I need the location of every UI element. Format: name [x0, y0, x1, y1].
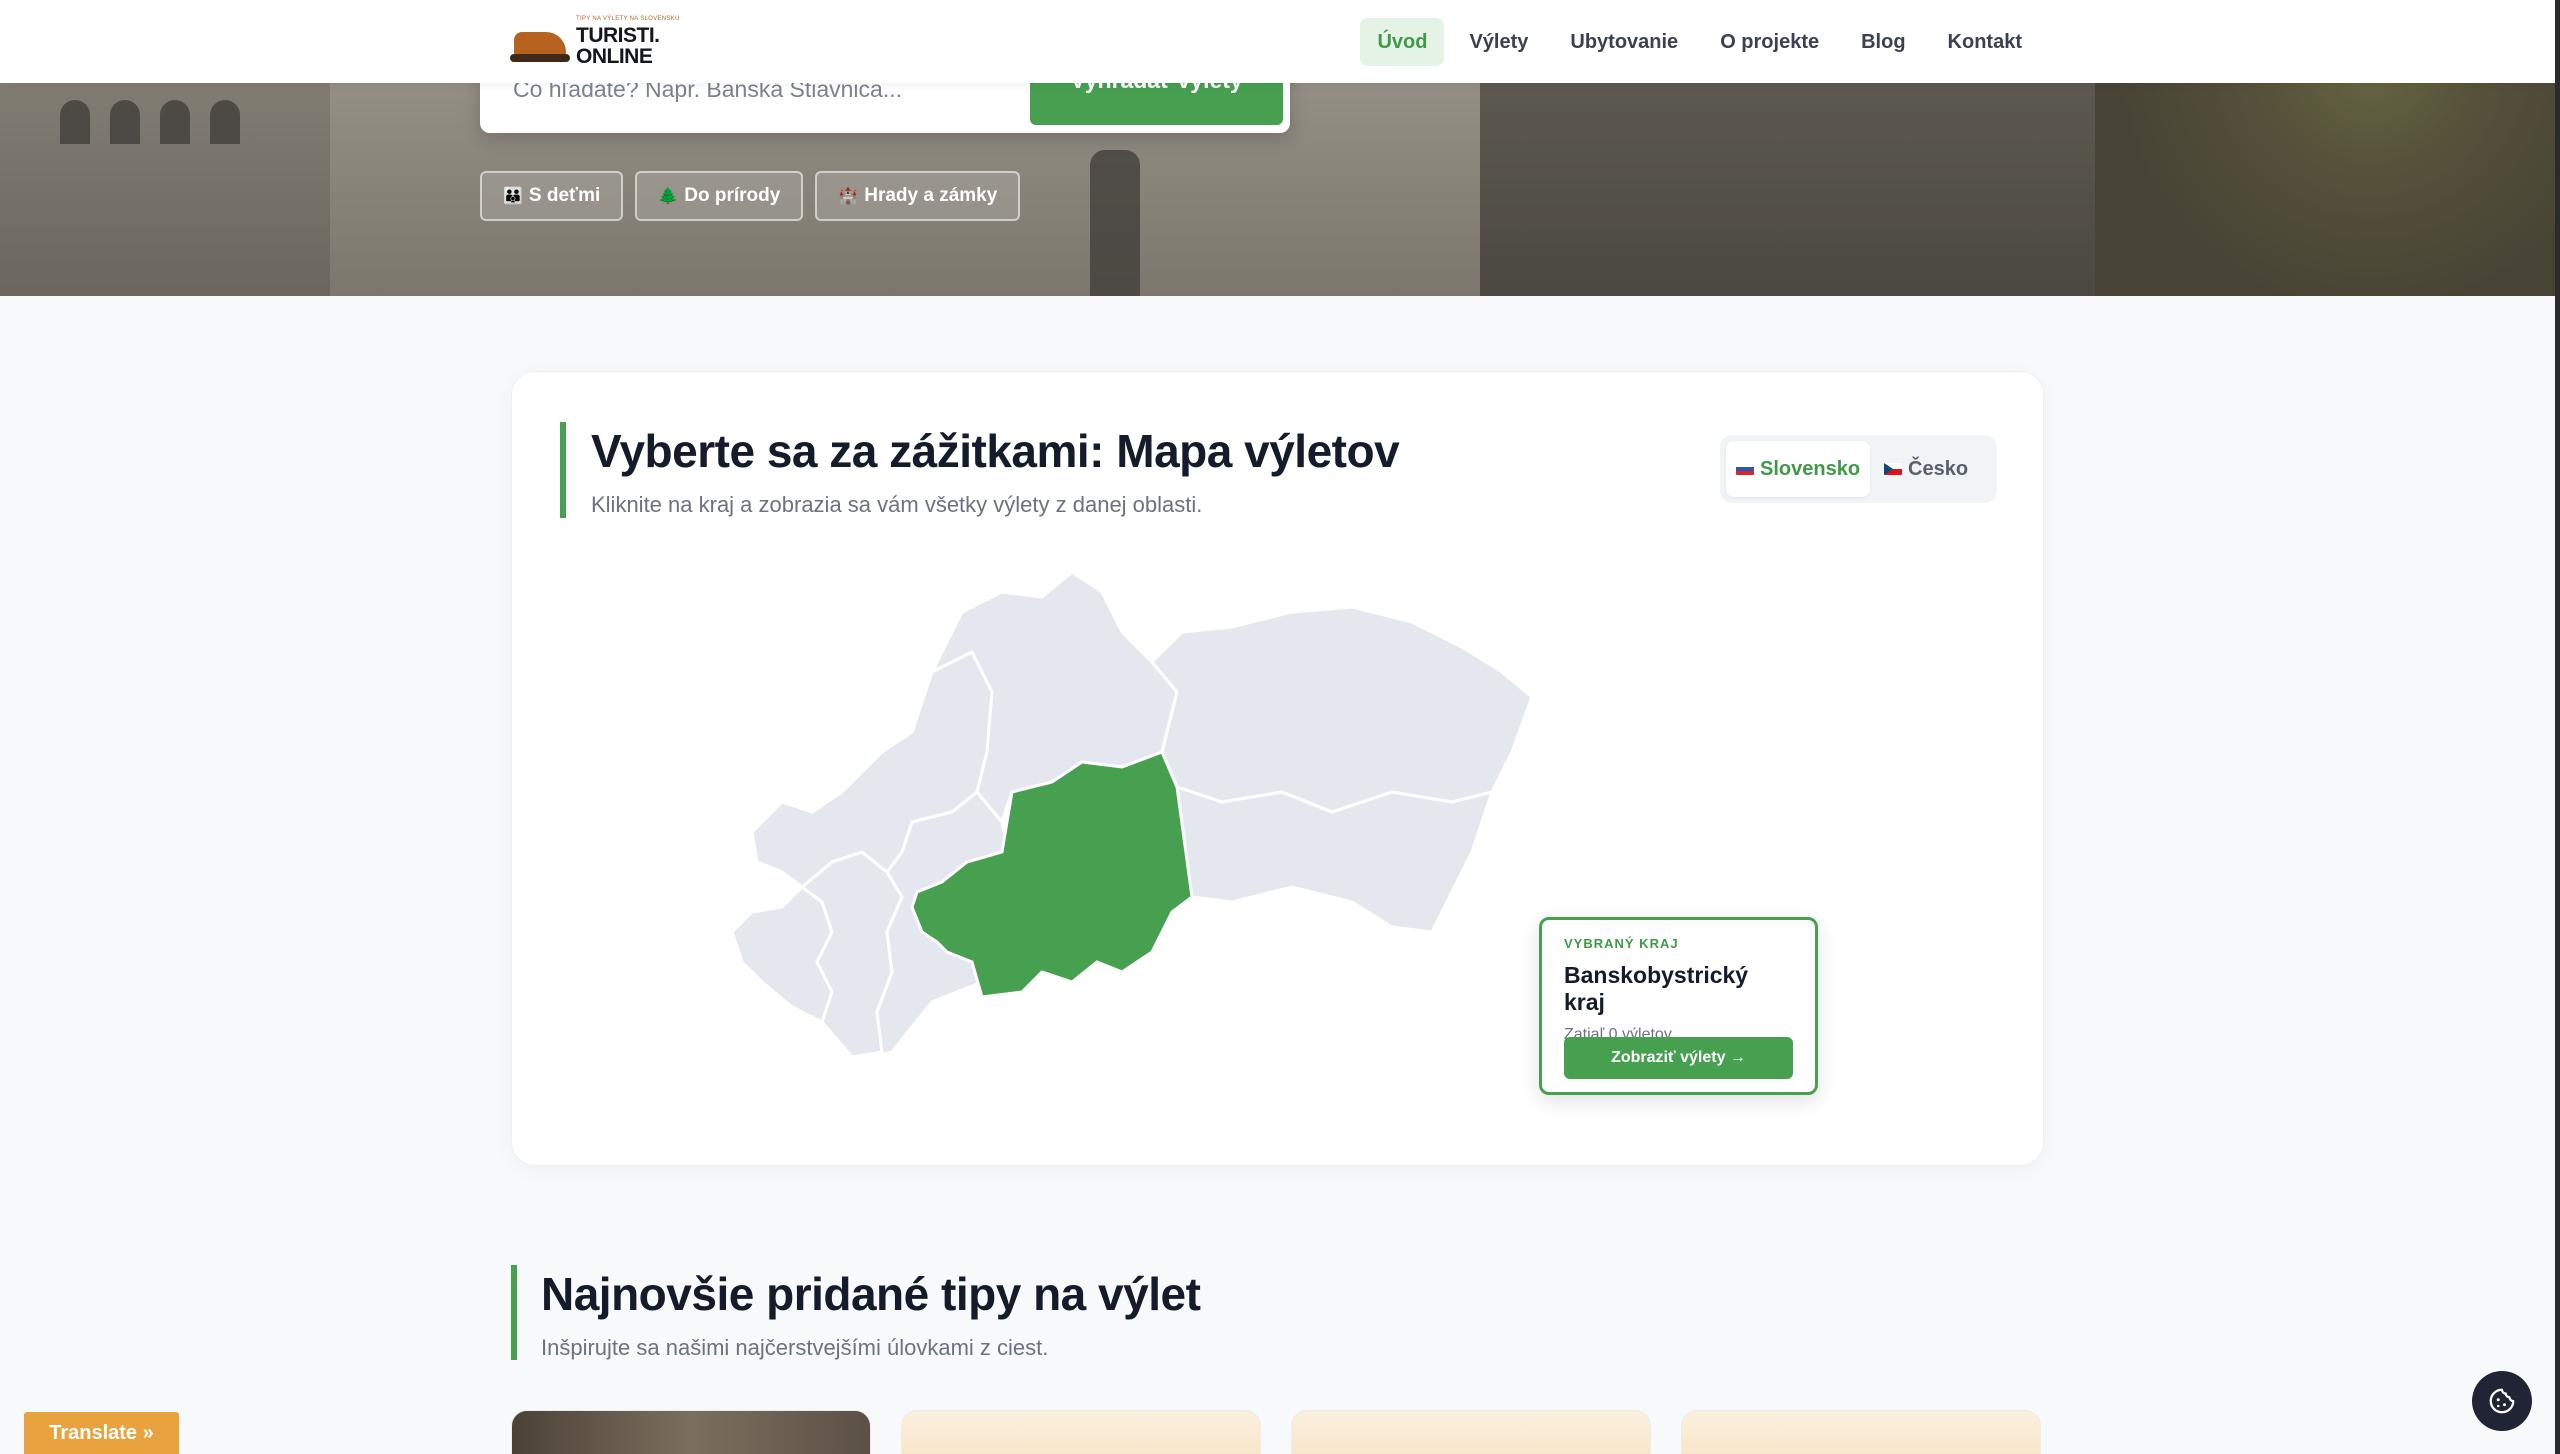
- map-card: Vyberte sa za zážitkami: Mapa výletov Kl…: [511, 371, 2044, 1166]
- tip-card[interactable]: [511, 1410, 871, 1454]
- country-label: Slovensko: [1760, 457, 1861, 480]
- country-tab-slovakia[interactable]: Slovensko: [1726, 441, 1871, 497]
- country-label: Česko: [1908, 457, 1969, 480]
- logo-text: TIPY NA VÝLETY NA SLOVENSKU TURISTI. ONL…: [576, 16, 680, 67]
- chip-label: Do prírody: [684, 185, 781, 206]
- selected-region-card: VYBRANÝ KRAJ Banskobystrický kraj Zatiaľ…: [1539, 917, 1818, 1095]
- latest-section-title: Najnovšie pridané tipy na výlet: [541, 1268, 1201, 1320]
- selected-region-label: VYBRANÝ KRAJ: [1564, 936, 1679, 951]
- region-presov[interactable]: [1149, 605, 1534, 814]
- family-icon: 👪: [503, 188, 523, 205]
- castle-icon: 🏰: [838, 188, 859, 205]
- translate-button[interactable]: Translate »: [24, 1412, 179, 1454]
- tip-card[interactable]: [1681, 1410, 2041, 1454]
- main-nav: Úvod Výlety Ubytovanie O projekte Blog K…: [1360, 18, 2039, 66]
- logo-title-line2: ONLINE: [576, 45, 653, 68]
- logo-tagline: TIPY NA VÝLETY NA SLOVENSKU: [576, 16, 680, 22]
- logo-title-line1: TURISTI.: [576, 24, 660, 47]
- region-bratislava[interactable]: [730, 885, 834, 1025]
- latest-section-header: Najnovšie pridané tipy na výlet Inšpiruj…: [511, 1265, 1201, 1360]
- country-switch: Slovensko Česko: [1720, 435, 1997, 503]
- nav-item-accommodation[interactable]: Ubytovanie: [1553, 18, 1695, 66]
- map-section-title: Vyberte sa za zážitkami: Mapa výletov: [591, 425, 1400, 477]
- slovakia-flag-icon: [1736, 463, 1754, 475]
- show-trips-button[interactable]: Zobraziť výlety →: [1564, 1037, 1793, 1079]
- filter-chips: 👪 S deťmi 🌲 Do prírody 🏰 Hrady a zámky: [480, 171, 1021, 221]
- nav-item-blog[interactable]: Blog: [1844, 18, 1922, 66]
- tip-card[interactable]: [901, 1410, 1261, 1454]
- cookie-icon: [2489, 1388, 2515, 1414]
- selected-region-name: Banskobystrický kraj: [1564, 962, 1749, 1015]
- chip-label: S deťmi: [528, 185, 601, 206]
- chip-castles[interactable]: 🏰 Hrady a zámky: [815, 171, 1021, 221]
- map-section-header: Vyberte sa za zážitkami: Mapa výletov Kl…: [560, 422, 1400, 518]
- latest-section-subtitle: Inšpirujte sa našimi najčerstvejšími úlo…: [541, 1335, 1049, 1360]
- cookie-settings-button[interactable]: [2472, 1371, 2532, 1431]
- scrollbar[interactable]: [2555, 0, 2560, 1454]
- chip-with-kids[interactable]: 👪 S deťmi: [480, 171, 624, 221]
- country-tab-czechia[interactable]: Česko: [1874, 441, 1978, 497]
- top-navigation-bar: TIPY NA VÝLETY NA SLOVENSKU TURISTI. ONL…: [0, 0, 2555, 83]
- tip-card[interactable]: [1291, 1410, 1651, 1454]
- chip-label: Hrady a zámky: [864, 185, 998, 206]
- czechia-flag-icon: [1884, 463, 1903, 475]
- boot-logo-icon: [510, 20, 570, 64]
- latest-tips-list: [511, 1410, 2041, 1454]
- nav-item-trips[interactable]: Výlety: [1452, 18, 1545, 66]
- nav-item-about[interactable]: O projekte: [1703, 18, 1836, 66]
- nav-item-contact[interactable]: Kontakt: [1931, 18, 2039, 66]
- chip-nature[interactable]: 🌲 Do prírody: [635, 171, 804, 221]
- nav-item-home[interactable]: Úvod: [1360, 18, 1445, 66]
- tree-icon: 🌲: [658, 188, 679, 205]
- site-logo[interactable]: TIPY NA VÝLETY NA SLOVENSKU TURISTI. ONL…: [510, 16, 680, 67]
- map-section-subtitle: Kliknite na kraj a zobrazia sa vám všetk…: [591, 492, 1203, 517]
